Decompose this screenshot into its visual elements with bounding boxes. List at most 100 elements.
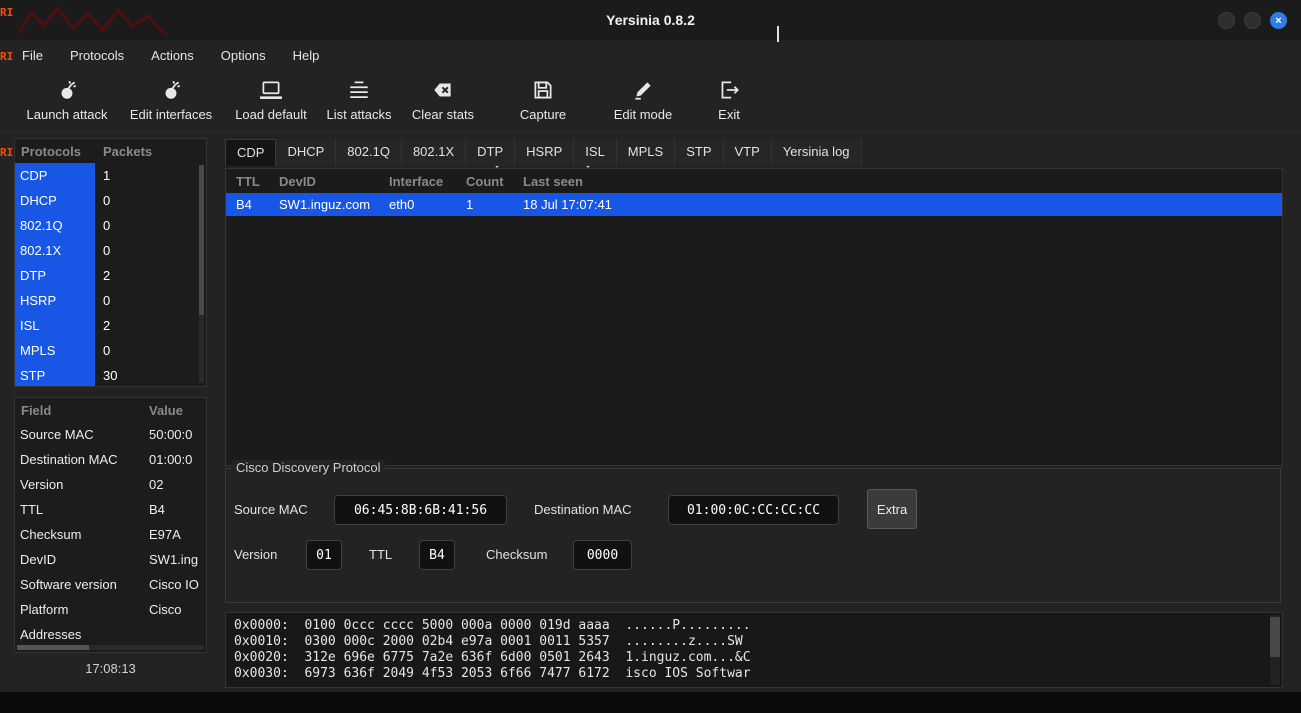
title-bar[interactable]: Yersinia 0.8.2 ×: [0, 0, 1301, 40]
protocol-row-dhcp[interactable]: DHCP 0: [15, 188, 206, 213]
field-value: SW1.ing: [149, 552, 198, 567]
protocol-name[interactable]: 802.1X: [15, 238, 95, 263]
tab-stp[interactable]: STP: [675, 139, 723, 166]
protocol-name[interactable]: ISL: [15, 313, 95, 338]
field-row-devid[interactable]: DevID SW1.ing: [15, 547, 206, 572]
field-column-header[interactable]: Field: [15, 403, 149, 418]
protocol-name[interactable]: DTP: [15, 263, 95, 288]
col-interface[interactable]: Interface: [379, 174, 456, 189]
packet-count: 0: [95, 193, 110, 208]
field-name: Destination MAC: [15, 452, 149, 467]
protocol-name[interactable]: STP: [15, 363, 95, 387]
protocol-name[interactable]: 802.1Q: [15, 213, 95, 238]
version-input[interactable]: [306, 540, 342, 570]
text-cursor: [777, 26, 779, 42]
checksum-label: Checksum: [486, 540, 547, 570]
protocol-row-8021q[interactable]: 802.1Q 0: [15, 213, 206, 238]
tab-dhcp[interactable]: DHCP: [276, 139, 336, 166]
maximize-button[interactable]: [1244, 12, 1261, 29]
tab-hsrp[interactable]: HSRP: [515, 139, 574, 166]
value-column-header[interactable]: Value: [149, 403, 183, 418]
edit-interfaces-button[interactable]: Edit interfaces: [119, 78, 223, 128]
packets-column-header[interactable]: Packets: [103, 144, 152, 159]
protocol-name[interactable]: MPLS: [15, 338, 95, 363]
tab-mpls[interactable]: MPLS: [617, 139, 675, 166]
field-name: Addresses: [15, 627, 149, 642]
tab-dtp[interactable]: DTP: [466, 139, 515, 166]
menu-file[interactable]: File: [22, 48, 43, 63]
close-button[interactable]: ×: [1270, 12, 1287, 29]
field-row-addresses[interactable]: Addresses: [15, 622, 206, 647]
extra-button[interactable]: Extra: [867, 489, 917, 529]
field-row-software-version[interactable]: Software version Cisco IO: [15, 572, 206, 597]
capture-button[interactable]: Capture: [491, 78, 595, 128]
col-ttl[interactable]: TTL: [226, 174, 269, 189]
protocol-row-stp[interactable]: STP 30: [15, 363, 206, 387]
tab-yersinia-log[interactable]: Yersinia log: [772, 139, 862, 166]
exit-button[interactable]: Exit: [677, 78, 781, 128]
menu-help[interactable]: Help: [293, 48, 320, 63]
toolbar-label: Capture: [491, 107, 595, 122]
protocol-row-hsrp[interactable]: HSRP 0: [15, 288, 206, 313]
protocol-row-8021x[interactable]: 802.1X 0: [15, 238, 206, 263]
tab-8021x[interactable]: 802.1X: [402, 139, 466, 166]
field-row-destination-mac[interactable]: Destination MAC 01:00:0: [15, 447, 206, 472]
cell-last-seen: 18 Jul 17:07:41: [513, 197, 1282, 212]
hex-scrollbar-thumb[interactable]: [1270, 617, 1280, 657]
field-row-checksum[interactable]: Checksum E97A: [15, 522, 206, 547]
cdp-form-title: Cisco Discovery Protocol: [232, 460, 385, 475]
clear-stats-button[interactable]: Clear stats: [391, 78, 495, 128]
hex-dump[interactable]: 0x0000: 0100 0ccc cccc 5000 000a 0000 01…: [226, 613, 1282, 682]
menu-options[interactable]: Options: [221, 48, 266, 63]
packet-table-header: TTL DevID Interface Count Last seen: [226, 169, 1282, 193]
tab-isl[interactable]: ISL: [574, 139, 617, 166]
menu-bar: File Protocols Actions Options Help: [0, 40, 1301, 70]
launch-attack-button[interactable]: Launch attack: [15, 78, 119, 128]
packet-count: 30: [95, 368, 117, 383]
tab-vtp[interactable]: VTP: [724, 139, 772, 166]
menu-actions[interactable]: Actions: [151, 48, 194, 63]
ttl-input[interactable]: [419, 540, 455, 570]
tab-cdp[interactable]: CDP: [225, 139, 276, 166]
field-row-version[interactable]: Version 02: [15, 472, 206, 497]
protocol-row-dtp[interactable]: DTP 2: [15, 263, 206, 288]
tab-8021q[interactable]: 802.1Q: [336, 139, 402, 166]
field-row-platform[interactable]: Platform Cisco: [15, 597, 206, 622]
minimize-button[interactable]: [1218, 12, 1235, 29]
col-count[interactable]: Count: [456, 174, 513, 189]
packet-table: TTL DevID Interface Count Last seen B4 S…: [225, 168, 1283, 466]
protocols-column-header[interactable]: Protocols: [15, 144, 103, 159]
packet-count: 1: [95, 168, 110, 183]
menu-protocols[interactable]: Protocols: [70, 48, 124, 63]
protocol-name[interactable]: DHCP: [15, 188, 95, 213]
field-name: Checksum: [15, 527, 149, 542]
hex-dump-panel: 0x0000: 0100 0ccc cccc 5000 000a 0000 01…: [225, 612, 1283, 688]
protocols-panel: Protocols Packets CDP 1 DHCP 0 802.1Q 0 …: [14, 138, 207, 387]
source-mac-input[interactable]: [334, 495, 507, 525]
packet-count: 2: [95, 318, 110, 333]
ttl-label: TTL: [369, 540, 392, 570]
field-row-ttl[interactable]: TTL B4: [15, 497, 206, 522]
protocol-row-mpls[interactable]: MPLS 0: [15, 338, 206, 363]
fields-hscrollbar-thumb[interactable]: [17, 645, 89, 650]
protocol-name[interactable]: HSRP: [15, 288, 95, 313]
col-last-seen[interactable]: Last seen: [513, 174, 1282, 189]
destination-mac-input[interactable]: [668, 495, 839, 525]
toolbar: Launch attack Edit interfaces Load defau…: [0, 70, 1301, 132]
yersinia-window: Yersinia 0.8.2 × File Protocols Actions …: [0, 0, 1301, 692]
background-terminal-fragment: RI: [0, 6, 14, 19]
protocol-name[interactable]: CDP: [15, 163, 95, 188]
checksum-input[interactable]: [573, 540, 632, 570]
field-value: Cisco IO: [149, 577, 199, 592]
field-name: TTL: [15, 502, 149, 517]
toolbar-label: Launch attack: [15, 107, 119, 122]
field-row-source-mac[interactable]: Source MAC 50:00:0: [15, 422, 206, 447]
protocols-scrollbar-thumb[interactable]: [199, 165, 204, 315]
protocol-tabs: CDP DHCP 802.1Q 802.1X DTP HSRP ISL MPLS…: [225, 139, 862, 166]
col-devid[interactable]: DevID: [269, 174, 379, 189]
protocol-row-cdp[interactable]: CDP 1: [15, 163, 206, 188]
protocol-row-isl[interactable]: ISL 2: [15, 313, 206, 338]
interfaces-icon: [119, 78, 223, 104]
packet-row-selected[interactable]: B4 SW1.inguz.com eth0 1 18 Jul 17:07:41: [226, 193, 1282, 216]
cell-count: 1: [456, 197, 513, 212]
